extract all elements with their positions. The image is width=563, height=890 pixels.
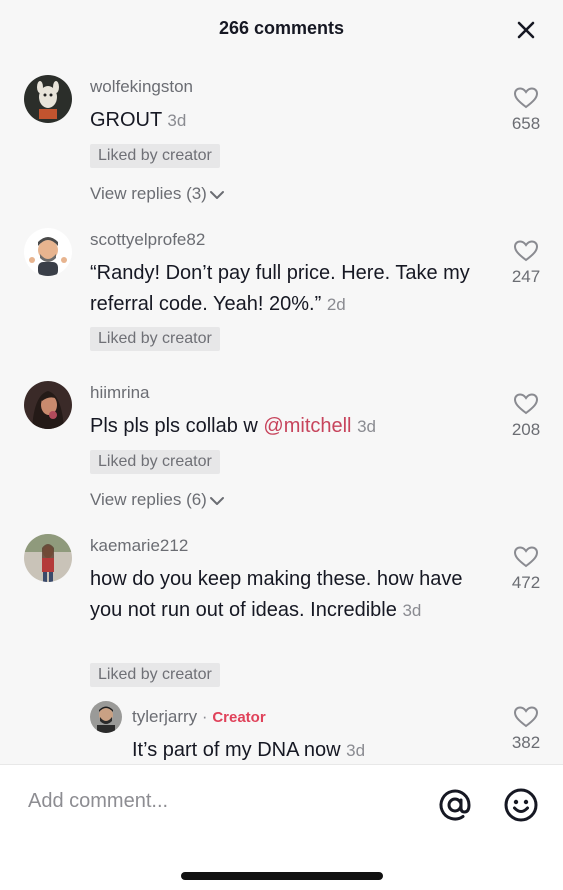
heart-outline-icon	[513, 87, 539, 109]
view-replies-button[interactable]: View replies (3)	[90, 184, 225, 204]
comment-text: GROUT 3d	[90, 105, 490, 137]
close-icon	[517, 21, 535, 39]
like-button[interactable]: 472	[506, 545, 546, 593]
mention-button[interactable]	[437, 787, 473, 823]
like-count: 247	[511, 267, 541, 286]
chevron-down-icon	[209, 497, 224, 505]
heart-outline-icon	[513, 706, 539, 728]
reply-username-line: tylerjarry · Creator	[132, 707, 266, 727]
comment-text: “Randy! Don’t pay full price. Here. Take…	[90, 258, 490, 320]
emoji-button[interactable]	[503, 787, 539, 823]
view-replies-label: View replies (3)	[90, 184, 207, 203]
avatar[interactable]	[24, 228, 72, 276]
heart-outline-icon	[513, 240, 539, 262]
comment-timestamp: 3d	[402, 600, 422, 620]
avatar[interactable]	[24, 381, 72, 429]
like-button[interactable]: 247	[506, 239, 546, 287]
reply-body: It’s part of my DNA now	[132, 739, 341, 761]
comment-timestamp: 3d	[167, 111, 187, 130]
comment-text: Pls pls pls collab w @mitchell 3d	[90, 411, 490, 443]
avatar[interactable]	[90, 701, 122, 733]
emoji-icon	[504, 788, 538, 822]
like-button[interactable]: 382	[506, 705, 546, 753]
comment-timestamp: 2d	[326, 294, 346, 314]
view-replies-button[interactable]: View replies (6)	[90, 490, 225, 510]
view-replies-label: View replies (6)	[90, 490, 207, 509]
mention-link[interactable]: @mitchell	[263, 415, 351, 437]
like-button[interactable]: 658	[506, 86, 546, 134]
liked-by-creator-badge: Liked by creator	[90, 144, 220, 168]
reply-timestamp: 3d	[346, 741, 366, 760]
comments-header: 266 comments	[0, 0, 563, 60]
like-count: 382	[511, 733, 541, 752]
comment-username[interactable]: wolfekingston	[90, 77, 193, 97]
chevron-down-icon	[209, 191, 224, 199]
like-count: 472	[511, 573, 541, 592]
liked-by-creator-badge: Liked by creator	[90, 327, 220, 351]
comment-username[interactable]: scottyelprofe82	[90, 230, 205, 250]
home-indicator	[181, 872, 383, 880]
reply-username[interactable]: tylerjarry	[132, 707, 197, 726]
close-button[interactable]	[514, 18, 538, 42]
comment-timestamp: 3d	[357, 417, 376, 436]
liked-by-creator-badge: Liked by creator	[90, 450, 220, 474]
creator-tag: Creator	[212, 709, 266, 726]
heart-outline-icon	[513, 546, 539, 568]
reply-text: It’s part of my DNA now 3d	[132, 735, 492, 767]
avatar[interactable]	[24, 534, 72, 582]
heart-outline-icon	[513, 393, 539, 415]
like-count: 208	[511, 420, 541, 439]
comments-count-title: 266 comments	[218, 18, 345, 38]
comment-body: “Randy! Don’t pay full price. Here. Take…	[90, 262, 470, 315]
comment-body: GROUT	[90, 109, 162, 131]
add-comment-input[interactable]	[26, 789, 410, 814]
separator-dot: ·	[201, 707, 208, 726]
comment-body: Pls pls pls collab w	[90, 415, 264, 437]
like-count: 658	[511, 114, 541, 133]
comment-text: how do you keep making these. how have y…	[90, 564, 490, 626]
comment-composer	[0, 764, 563, 890]
at-sign-icon	[439, 789, 471, 821]
avatar[interactable]	[24, 75, 72, 123]
liked-by-creator-badge: Liked by creator	[90, 663, 220, 687]
comment-username[interactable]: hiimrina	[90, 383, 150, 403]
comment-username[interactable]: kaemarie212	[90, 536, 188, 556]
like-button[interactable]: 208	[506, 392, 546, 440]
